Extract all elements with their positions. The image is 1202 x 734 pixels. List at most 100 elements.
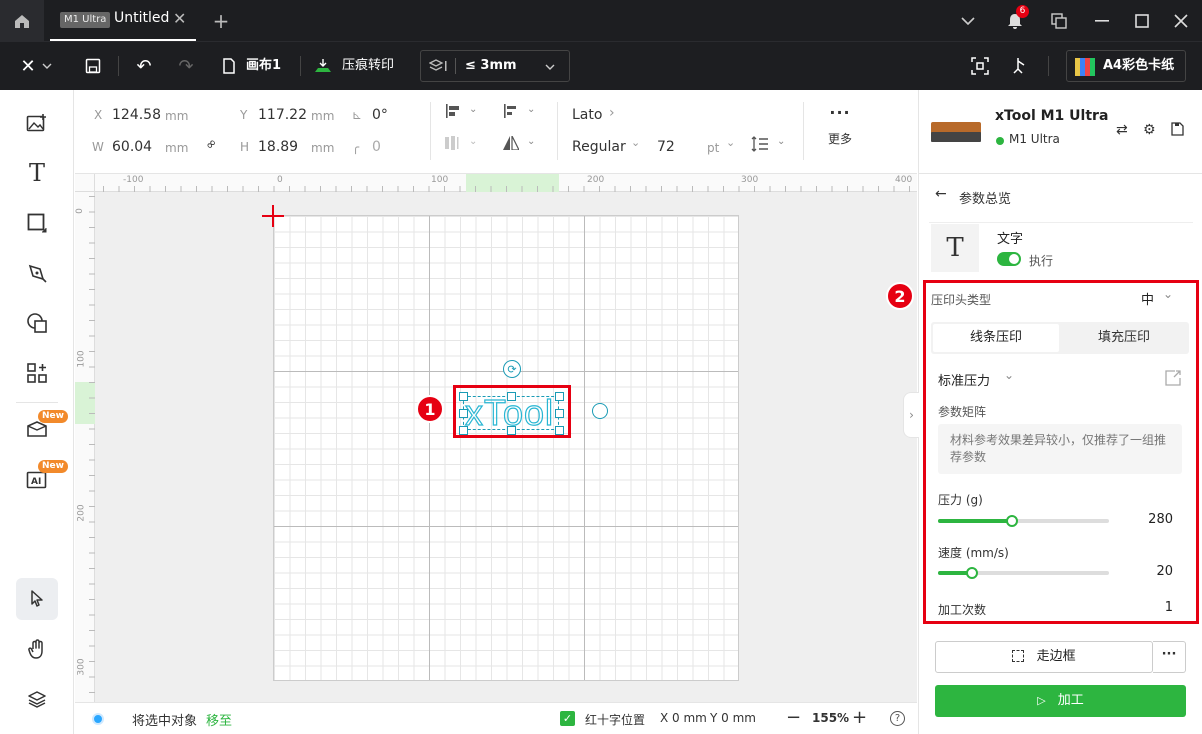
- execute-toggle[interactable]: [997, 252, 1021, 266]
- frame-button[interactable]: 走边框: [935, 641, 1153, 673]
- pressure-slider[interactable]: [938, 515, 1109, 527]
- w-unit: mm: [165, 141, 189, 155]
- home-icon[interactable]: [0, 0, 44, 41]
- chevron-down-icon: ⌄: [469, 136, 478, 147]
- ruler-tick: 300: [76, 658, 87, 676]
- boolean-tool-button[interactable]: [16, 302, 58, 344]
- chevron-down-icon: ⌄: [1004, 368, 1015, 382]
- thickness-dropdown[interactable]: ≤ 3mm: [420, 50, 570, 82]
- head-type-dropdown[interactable]: 中 ⌄: [1141, 287, 1181, 309]
- process-mode-label: 压痕转印: [342, 58, 395, 73]
- xtool-logo-menu[interactable]: ✕: [14, 54, 58, 78]
- select-tool-button[interactable]: [16, 578, 58, 620]
- collapse-panel-handle[interactable]: ›: [903, 392, 919, 438]
- camera-capture-icon[interactable]: [968, 54, 992, 78]
- canvas-label: 画布1: [246, 58, 282, 73]
- lock-ratio-icon[interactable]: ∞: [202, 135, 220, 153]
- save-icon[interactable]: [82, 54, 104, 78]
- move-to-prefix: 将选中对象: [132, 714, 198, 729]
- material-library-button[interactable]: New: [16, 408, 68, 450]
- x-label: X: [94, 108, 103, 122]
- device-settings-icon[interactable]: ⚙: [1143, 122, 1156, 138]
- notification-bell-icon[interactable]: 6: [1002, 5, 1029, 34]
- undo-icon[interactable]: ↶: [133, 54, 155, 78]
- canvas-selector[interactable]: 画布1: [222, 54, 292, 78]
- align-left-dropdown[interactable]: ⌄: [445, 104, 485, 124]
- h-input[interactable]: 18.89: [258, 138, 298, 156]
- font-size-input[interactable]: 72: [657, 138, 675, 156]
- device-save-icon[interactable]: [1171, 122, 1184, 140]
- image-tool-button[interactable]: [16, 102, 58, 144]
- frame-more-button[interactable]: ···: [1153, 641, 1186, 673]
- more-button[interactable]: ··· 更多: [820, 105, 860, 154]
- work-area-grid[interactable]: [273, 215, 739, 681]
- device-header: xTool M1 Ultra M1 Ultra ⇄ ⚙: [919, 90, 1202, 174]
- layers-icon: [429, 59, 447, 71]
- speed-slider[interactable]: [938, 567, 1109, 579]
- chevron-down-icon: ⌄: [777, 136, 786, 147]
- x-input[interactable]: 124.58: [112, 106, 161, 124]
- windows-icon[interactable]: [1046, 8, 1072, 34]
- tab-fill-imprint[interactable]: 填充压印: [1061, 324, 1187, 352]
- process-button[interactable]: ▷ 加工: [935, 685, 1186, 717]
- corner-radius-input[interactable]: 0: [372, 138, 381, 156]
- switch-device-icon[interactable]: ⇄: [1116, 122, 1128, 138]
- ruler-tick: 200: [76, 504, 87, 522]
- close-tab-icon[interactable]: ✕: [173, 9, 186, 28]
- imprint-mode-tabs: 线条压印 填充压印: [931, 322, 1189, 354]
- arrow-left-icon: ←: [935, 186, 947, 202]
- crosshair-checkbox[interactable]: ✓: [560, 711, 575, 726]
- flip-icon: [503, 135, 520, 151]
- maximize-icon[interactable]: [1129, 8, 1155, 34]
- shape-tool-button[interactable]: [16, 202, 58, 244]
- params-back-link[interactable]: ← 参数总览: [935, 186, 1135, 208]
- process-mode-selector[interactable]: 压痕转印: [314, 54, 404, 78]
- help-icon[interactable]: ?: [890, 711, 905, 726]
- passes-value[interactable]: 1: [1131, 600, 1173, 615]
- align-icon: [446, 104, 459, 118]
- line-spacing-dropdown[interactable]: ⌄: [751, 136, 791, 156]
- apps-tool-button[interactable]: [16, 352, 58, 394]
- export-preset-icon[interactable]: [1165, 370, 1181, 390]
- pen-tool-button[interactable]: [16, 252, 58, 294]
- close-window-icon[interactable]: [1168, 8, 1194, 34]
- move-to-link[interactable]: 移至: [206, 710, 232, 729]
- angle-input[interactable]: 0°: [372, 106, 388, 124]
- zoom-in-button[interactable]: +: [852, 707, 867, 728]
- text-tool-button[interactable]: T: [16, 152, 58, 194]
- y-input[interactable]: 117.22: [258, 106, 307, 124]
- head-type-value: 中: [1141, 293, 1155, 308]
- ai-tool-button[interactable]: AI New: [16, 458, 68, 500]
- align-top-dropdown[interactable]: ⌄: [503, 104, 543, 124]
- canvas-area[interactable]: -100 0 100 200 300 400 0 100 200 300 ⟳ x…: [75, 174, 917, 702]
- speed-slider-knob[interactable]: [966, 567, 978, 579]
- layers-tool-button[interactable]: [16, 678, 58, 720]
- minimize-icon[interactable]: [1089, 8, 1115, 34]
- redo-icon[interactable]: ↷: [175, 54, 197, 78]
- zoom-level[interactable]: 155%: [812, 711, 849, 725]
- arrange-dropdown[interactable]: ⌄: [445, 136, 485, 156]
- edit-text-handle-icon[interactable]: [592, 403, 608, 419]
- pressure-slider-knob[interactable]: [1006, 515, 1018, 527]
- shapes-combine-icon: [27, 313, 47, 333]
- execute-label: 执行: [1029, 254, 1054, 268]
- preset-dropdown[interactable]: 标准压力 ⌄: [938, 368, 1038, 390]
- font-size-unit[interactable]: pt: [707, 140, 719, 156]
- pan-tool-button[interactable]: [16, 628, 58, 670]
- font-family-selector[interactable]: Lato: [572, 106, 602, 124]
- pressure-value[interactable]: 280: [1131, 512, 1173, 527]
- material-selector[interactable]: A4彩色卡纸: [1066, 50, 1186, 82]
- flip-dropdown[interactable]: ⌄: [503, 135, 543, 156]
- rotate-handle-icon[interactable]: ⟳: [503, 360, 521, 378]
- new-tab-icon[interactable]: +: [208, 8, 234, 34]
- document-tab[interactable]: M1 Ultra Untitled ✕: [50, 0, 196, 41]
- w-input[interactable]: 60.04: [112, 138, 152, 156]
- chevron-down-icon[interactable]: [955, 8, 981, 34]
- speed-value[interactable]: 20: [1131, 564, 1173, 579]
- measure-tool-icon[interactable]: [1008, 54, 1032, 78]
- preset-value: 标准压力: [938, 374, 991, 389]
- main-toolbar: ✕ ↶ ↷ 画布1 压痕转印 ≤ 3mm A4彩色卡纸: [0, 41, 1202, 90]
- zoom-out-button[interactable]: −: [786, 707, 801, 728]
- font-style-selector[interactable]: Regular: [572, 138, 626, 156]
- tab-line-imprint[interactable]: 线条压印: [933, 324, 1059, 352]
